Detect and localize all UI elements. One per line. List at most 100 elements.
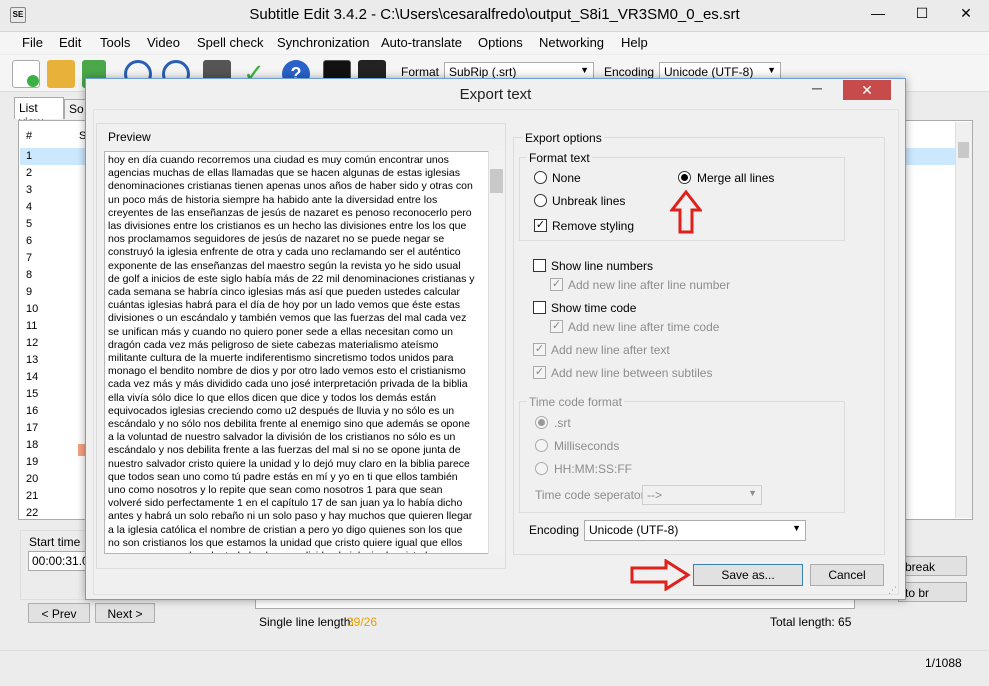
export-options-label: Export options <box>523 131 604 145</box>
chevron-down-icon: ▼ <box>767 65 776 75</box>
start-time-input[interactable]: 00:00:31.0 <box>28 551 92 571</box>
check-remove-styling[interactable]: ✓ <box>534 219 547 232</box>
prev-button[interactable]: < Prev <box>28 603 90 623</box>
row-number[interactable]: 13 <box>26 354 38 366</box>
row-number[interactable]: 15 <box>26 388 38 400</box>
radio-none-label[interactable]: None <box>552 171 581 185</box>
radio-tc-milliseconds-label: Milliseconds <box>554 439 620 453</box>
menu-options[interactable]: Options <box>478 35 523 50</box>
radio-unbreak-lines[interactable] <box>534 194 547 207</box>
open-folder-icon[interactable] <box>47 60 75 88</box>
row-number[interactable]: 18 <box>26 439 38 451</box>
row-number[interactable]: 1 <box>26 150 32 162</box>
row-number[interactable]: 11 <box>26 320 37 332</box>
window-title: Subtitle Edit 3.4.2 - C:\Users\cesaralfr… <box>249 6 740 23</box>
row-number[interactable]: 4 <box>26 201 32 213</box>
check-show-line-numbers[interactable] <box>533 259 546 272</box>
row-number[interactable]: 20 <box>26 473 38 485</box>
time-code-format-label: Time code format <box>527 395 624 409</box>
check-new-line-after-time-code-label: Add new line after time code <box>568 320 720 334</box>
encoding-value-main: Unicode (UTF-8) <box>664 65 754 79</box>
minimize-button[interactable]: — <box>856 0 900 26</box>
time-code-separator-value: --> <box>647 488 662 502</box>
tab-list-view[interactable]: List view <box>14 97 64 129</box>
new-file-icon[interactable] <box>12 60 40 88</box>
chevron-down-icon: ▼ <box>748 488 757 498</box>
radio-merge-all-lines[interactable] <box>678 171 691 184</box>
row-number[interactable]: 17 <box>26 422 38 434</box>
row-number[interactable]: 5 <box>26 218 32 230</box>
check-new-line-between-subtitles: ✓ <box>533 366 546 379</box>
row-number[interactable]: 14 <box>26 371 38 383</box>
close-button[interactable]: ✕ <box>944 0 988 26</box>
check-show-time-code-label[interactable]: Show time code <box>551 301 636 315</box>
right-arrow-annotation-icon <box>630 559 691 591</box>
list-scroll-thumb[interactable] <box>958 142 969 158</box>
to-br-button[interactable]: to br <box>898 582 967 602</box>
check-show-line-numbers-label[interactable]: Show line numbers <box>551 259 653 273</box>
menu-auto-translate[interactable]: Auto-translate <box>381 35 462 50</box>
status-bar <box>0 650 989 686</box>
encoding-select[interactable]: Unicode (UTF-8) ▼ <box>584 520 806 541</box>
row-number[interactable]: 3 <box>26 184 32 196</box>
row-number[interactable]: 7 <box>26 252 32 264</box>
list-scrollbar[interactable] <box>955 122 972 518</box>
preview-scrollbar[interactable] <box>488 151 505 554</box>
radio-tc-srt-label: .srt <box>554 416 571 430</box>
menu-help[interactable]: Help <box>621 35 648 50</box>
save-as-button[interactable]: Save as... <box>693 564 803 586</box>
menu-tools[interactable]: Tools <box>100 35 130 50</box>
check-show-time-code[interactable] <box>533 301 546 314</box>
encoding-value: Unicode (UTF-8) <box>589 523 679 537</box>
subtitle-counter: 1/1088 <box>925 656 962 670</box>
encoding-label: Encoding <box>529 523 580 537</box>
row-number[interactable]: 21 <box>26 490 38 502</box>
column-header-number[interactable]: # <box>26 130 32 142</box>
row-number[interactable]: 10 <box>26 303 38 315</box>
radio-tc-milliseconds <box>535 439 548 452</box>
dialog-close-button[interactable]: ✕ <box>843 80 891 100</box>
row-number[interactable]: 8 <box>26 269 32 281</box>
check-new-line-after-text-label: Add new line after text <box>551 343 670 357</box>
check-new-line-after-text: ✓ <box>533 343 546 356</box>
start-time-label: Start time <box>29 535 81 549</box>
row-number[interactable]: 19 <box>26 456 38 468</box>
check-remove-styling-label[interactable]: Remove styling <box>552 219 634 233</box>
break-button[interactable]: break <box>898 556 967 576</box>
up-arrow-annotation-icon <box>670 190 702 234</box>
check-new-line-between-subtitles-label: Add new line between subtiles <box>551 366 713 380</box>
chevron-down-icon: ▼ <box>792 523 801 533</box>
check-new-line-after-line-number-label: Add new line after line number <box>568 278 731 292</box>
row-number[interactable]: 22 <box>26 507 38 519</box>
menu-synchronization[interactable]: Synchronization <box>277 35 370 50</box>
row-number[interactable]: 2 <box>26 167 32 179</box>
menu-spell-check[interactable]: Spell check <box>197 35 263 50</box>
resize-grip-icon[interactable]: ⋰ <box>888 585 897 596</box>
total-length: Total length: 65 <box>770 615 852 629</box>
radio-merge-all-lines-label[interactable]: Merge all lines <box>697 171 774 185</box>
row-number[interactable]: 9 <box>26 286 32 298</box>
menu-file[interactable]: File <box>22 35 43 50</box>
preview-scroll-thumb[interactable] <box>490 169 503 193</box>
time-code-separator-select: --> ▼ <box>642 485 762 505</box>
radio-none[interactable] <box>534 171 547 184</box>
menu-networking[interactable]: Networking <box>539 35 604 50</box>
dialog-minimize-button[interactable]: ─ <box>803 80 831 100</box>
menu-video[interactable]: Video <box>147 35 180 50</box>
radio-unbreak-lines-label[interactable]: Unbreak lines <box>552 194 625 208</box>
format-value: SubRip (.srt) <box>449 65 517 79</box>
menu-edit[interactable]: Edit <box>59 35 81 50</box>
cancel-button[interactable]: Cancel <box>810 564 884 586</box>
row-number[interactable]: 12 <box>26 337 38 349</box>
encoding-label-main: Encoding <box>604 65 655 79</box>
radio-tc-srt <box>535 416 548 429</box>
chevron-down-icon: ▼ <box>580 65 589 75</box>
maximize-button[interactable]: ☐ <box>900 0 944 26</box>
row-number[interactable]: 6 <box>26 235 32 247</box>
time-code-separator-label: Time code seperator <box>535 488 645 502</box>
preview-textbox[interactable]: hoy en día cuando recorremos una ciudad … <box>104 151 492 554</box>
check-new-line-after-time-code: ✓ <box>550 320 563 333</box>
row-number[interactable]: 16 <box>26 405 38 417</box>
next-button[interactable]: Next > <box>95 603 155 623</box>
tab-source-view[interactable]: So <box>64 99 86 119</box>
